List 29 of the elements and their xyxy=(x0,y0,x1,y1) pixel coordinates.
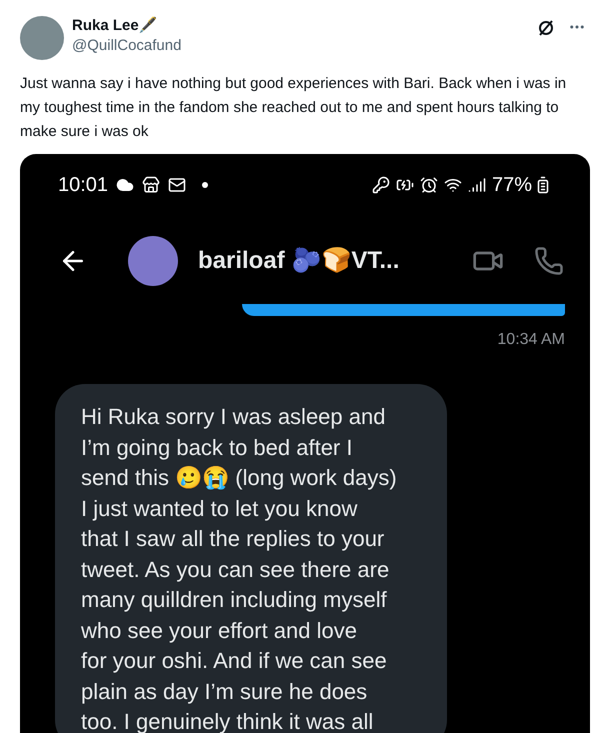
chat-screenshot[interactable] xyxy=(20,154,590,733)
message-text: who see your effort and love xyxy=(81,616,358,645)
message-text: plain as day I’m sure he does xyxy=(81,678,368,706)
message-time: 10:34 AM xyxy=(497,330,565,350)
key-icon xyxy=(372,176,390,194)
contact-name[interactable]: bariloaf 🫐🍞VT... xyxy=(198,243,400,279)
phone-call-icon[interactable] xyxy=(534,246,564,276)
alarm-icon xyxy=(420,176,438,194)
battery-percent: 77% xyxy=(492,173,532,198)
author-name[interactable]: Ruka Lee🖋 xyxy=(72,16,536,36)
message-text: tweet. As you can see there are xyxy=(81,556,390,584)
message-text: for your oshi. And if we can see xyxy=(81,647,388,675)
author-handle[interactable]: @QuillCocafund xyxy=(72,36,536,56)
tweet-text: Just wanna say i have nothing but good experiences with Bari. Back when i was in my toughest time in the fandom she reached out to me and spent hours talking to make sure i was ok xyxy=(19,74,568,142)
avatar[interactable] xyxy=(20,16,64,60)
status-time: 10:01 xyxy=(58,173,108,198)
message-text: send this 🥲😭 (long work days) xyxy=(81,464,398,492)
slashed-circle-icon[interactable] xyxy=(536,18,556,38)
message-text: Hi Ruka sorry I was asleep and xyxy=(81,403,386,431)
shop-icon xyxy=(142,176,160,194)
cloud-icon xyxy=(116,176,134,194)
contact-avatar[interactable] xyxy=(128,236,178,286)
message-text: many quilldren including myself xyxy=(81,586,388,614)
message-text: I just wanted to let you know xyxy=(81,494,358,523)
wifi-icon xyxy=(444,176,462,194)
message-text: that I saw all the replies to your xyxy=(81,525,386,553)
signal-icon xyxy=(468,176,486,194)
message-text: I’m going back to bed after I xyxy=(81,434,354,462)
mail-icon xyxy=(168,176,186,194)
